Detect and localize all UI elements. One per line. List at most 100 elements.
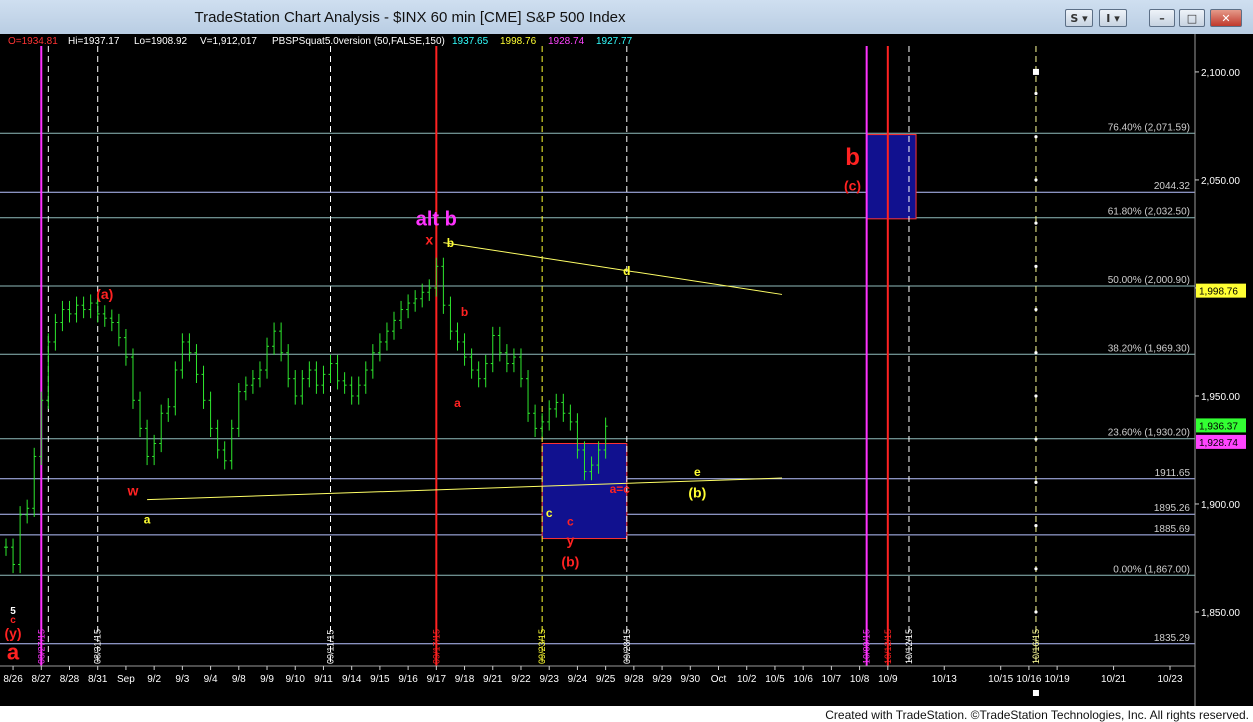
price-marker-label-1: 1,936.37: [1199, 421, 1238, 432]
wave-label-red-7: (b): [561, 554, 579, 570]
legend-ohlc-3: V=1,912,017: [200, 36, 257, 47]
x-tick-label-30: 10/8: [850, 674, 870, 685]
minimize-icon: –: [1159, 12, 1165, 25]
footer: Created with TradeStation. ©TradeStation…: [0, 706, 1253, 722]
x-tick-label-11: 9/11: [314, 674, 333, 685]
x-tick-label-3: 8/31: [88, 674, 108, 685]
wave-label-yellow-2: a: [144, 512, 151, 526]
x-tick-label-18: 9/22: [511, 674, 531, 685]
x-tick-label-0: 8/26: [3, 674, 23, 685]
projection-dot-3: [1034, 221, 1038, 225]
wave-label-red-10: b: [845, 144, 860, 171]
symbol-button-label: S: [1070, 12, 1079, 25]
x-tick-label-28: 10/6: [793, 674, 813, 685]
wave-label-red-2: b: [461, 305, 468, 319]
projection-marker-top: [1032, 68, 1039, 75]
wave-label-yellow-4: e: [694, 465, 701, 479]
wave-label-red-0: (a): [96, 286, 113, 302]
fib-label-3: 38.20% (1,969.30): [1108, 343, 1190, 354]
legend-indicator-1: 1998.76: [500, 36, 537, 47]
price-marker-label-0: 1,998.76: [1199, 287, 1238, 298]
date-line-label-2: 09/11/15: [326, 630, 336, 664]
legend-indicator-0: 1937.65: [452, 36, 489, 47]
wave-label-red-14: a: [7, 640, 20, 665]
x-tick-label-23: 9/29: [652, 674, 672, 685]
wave-label-red-8: a=c: [610, 482, 631, 496]
x-tick-label-29: 10/7: [822, 674, 842, 685]
projection-dot-0: [1034, 91, 1038, 96]
wave-label-yellow-0: b: [447, 236, 454, 250]
fib-label-2: 50.00% (2,000.90): [1108, 275, 1190, 286]
fib-label-1: 61.80% (2,032.50): [1108, 207, 1190, 218]
maximize-button[interactable]: □: [1179, 9, 1205, 27]
x-tick-label-37: 10/23: [1157, 674, 1182, 685]
x-tick-label-25: Oct: [711, 674, 727, 685]
x-tick-label-21: 9/25: [596, 674, 616, 685]
chart-window[interactable]: O=1934.81 Hi=1937.17 Lo=1908.92 V=1,912,017…: [0, 34, 1253, 706]
legend-ohlc-2: Lo=1908.92: [134, 36, 188, 47]
x-tick-label-36: 10/21: [1101, 674, 1126, 685]
date-line-label-6: 10/09/15: [862, 629, 872, 664]
x-tick-label-7: 9/4: [204, 674, 218, 685]
x-tick-label-26: 10/2: [737, 674, 757, 685]
x-tick-label-12: 9/14: [342, 674, 362, 685]
projection-dot-8: [1034, 437, 1038, 441]
legend-indicator-3: 1927.77: [596, 36, 633, 47]
info-button-label: I: [1106, 12, 1111, 25]
price-line-label-1: 1911.65: [1155, 468, 1191, 479]
wave-label-red-4: w: [127, 482, 139, 498]
projection-dot-11: [1034, 567, 1038, 571]
y-tick-label-0: 1,850.00: [1201, 608, 1240, 619]
close-button[interactable]: ✕: [1210, 9, 1242, 27]
info-button[interactable]: I ▾: [1099, 9, 1127, 27]
y-tick-label-4: 2,050.00: [1201, 176, 1240, 187]
price-chart[interactable]: O=1934.81 Hi=1937.17 Lo=1908.92 V=1,912,017…: [0, 34, 1253, 706]
wave-label-yellow-1: d: [623, 264, 630, 278]
legend-ohlc-4: PBSPSquat5.0version (50,FALSE,150): [272, 36, 445, 47]
date-line-label-4: 09/23/15: [537, 629, 547, 664]
projection-dot-5: [1034, 307, 1038, 312]
x-tick-label-9: 9/9: [260, 674, 274, 685]
fib-label-5: 0.00% (1,867.00): [1113, 564, 1190, 575]
symbol-button[interactable]: S ▾: [1065, 9, 1093, 27]
x-tick-label-20: 9/24: [568, 674, 588, 685]
price-marker-label-2: 1,928.74: [1199, 438, 1238, 449]
date-line-label-7: 10/12/15: [883, 629, 893, 664]
x-tick-label-16: 9/18: [455, 674, 475, 685]
date-line-label-1: 08/31/15: [93, 629, 103, 664]
copyright-text: Created with TradeStation. ©TradeStation…: [825, 708, 1249, 722]
wave-label-yellow-3: c: [546, 506, 553, 520]
projection-dot-1: [1034, 135, 1038, 139]
projection-dot-7: [1034, 394, 1038, 398]
x-tick-label-27: 10/5: [765, 674, 785, 685]
legend-ohlc-0: O=1934.81: [8, 36, 58, 47]
projection-dot-6: [1034, 351, 1038, 355]
x-tick-label-31: 10/9: [878, 674, 898, 685]
date-line-label-5: 09/28/15: [622, 629, 632, 664]
x-tick-label-24: 9/30: [681, 674, 701, 685]
x-tick-label-35: 10/19: [1045, 674, 1070, 685]
wave-label-red-5: c: [567, 515, 574, 529]
x-tick-label-10: 9/10: [286, 674, 306, 685]
x-tick-label-33: 10/15: [988, 674, 1013, 685]
minimize-button[interactable]: –: [1149, 9, 1175, 27]
wave-label-red-13: (y): [4, 625, 21, 641]
wave-label-red-6: y: [566, 532, 574, 548]
window-titlebar: TradeStation Chart Analysis - $INX 60 mi…: [0, 0, 1253, 35]
projection-dot-10: [1034, 523, 1038, 528]
window-title: TradeStation Chart Analysis - $INX 60 mi…: [194, 9, 626, 26]
x-tick-label-14: 9/16: [398, 674, 418, 685]
wave-label-red-9: (c): [844, 178, 861, 194]
price-line-label-3: 1885.69: [1154, 524, 1191, 535]
x-tick-label-8: 9/8: [232, 674, 246, 685]
fib-label-0: 76.40% (2,071.59): [1108, 122, 1190, 133]
x-tick-label-22: 9/28: [624, 674, 644, 685]
projection-dot-4: [1034, 264, 1038, 268]
x-tick-label-32: 10/13: [932, 674, 957, 685]
x-tick-label-2: 8/28: [60, 674, 80, 685]
wave-label-red-3: a: [454, 396, 461, 410]
x-tick-label-5: 9/2: [147, 674, 161, 685]
fib-label-4: 23.60% (1,930.20): [1108, 428, 1190, 439]
x-tick-label-4: Sep: [117, 674, 135, 685]
date-line-label-3: 09/17/15: [431, 629, 441, 664]
